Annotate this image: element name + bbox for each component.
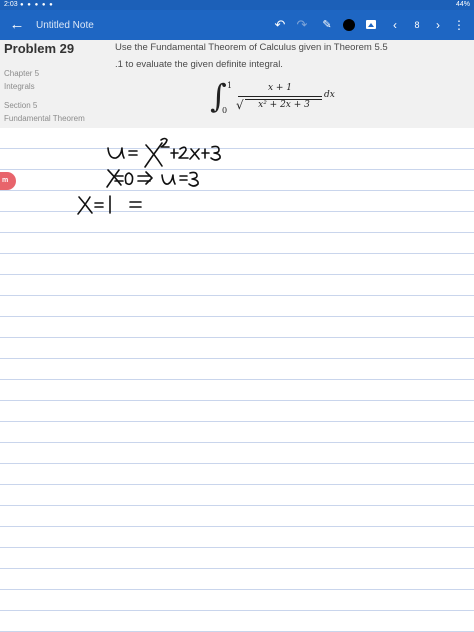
handwriting-line-2 (106, 169, 199, 188)
handwriting-ink (77, 137, 221, 215)
handwriting-line-3 (77, 195, 142, 215)
handwriting-line-1 (107, 137, 221, 168)
